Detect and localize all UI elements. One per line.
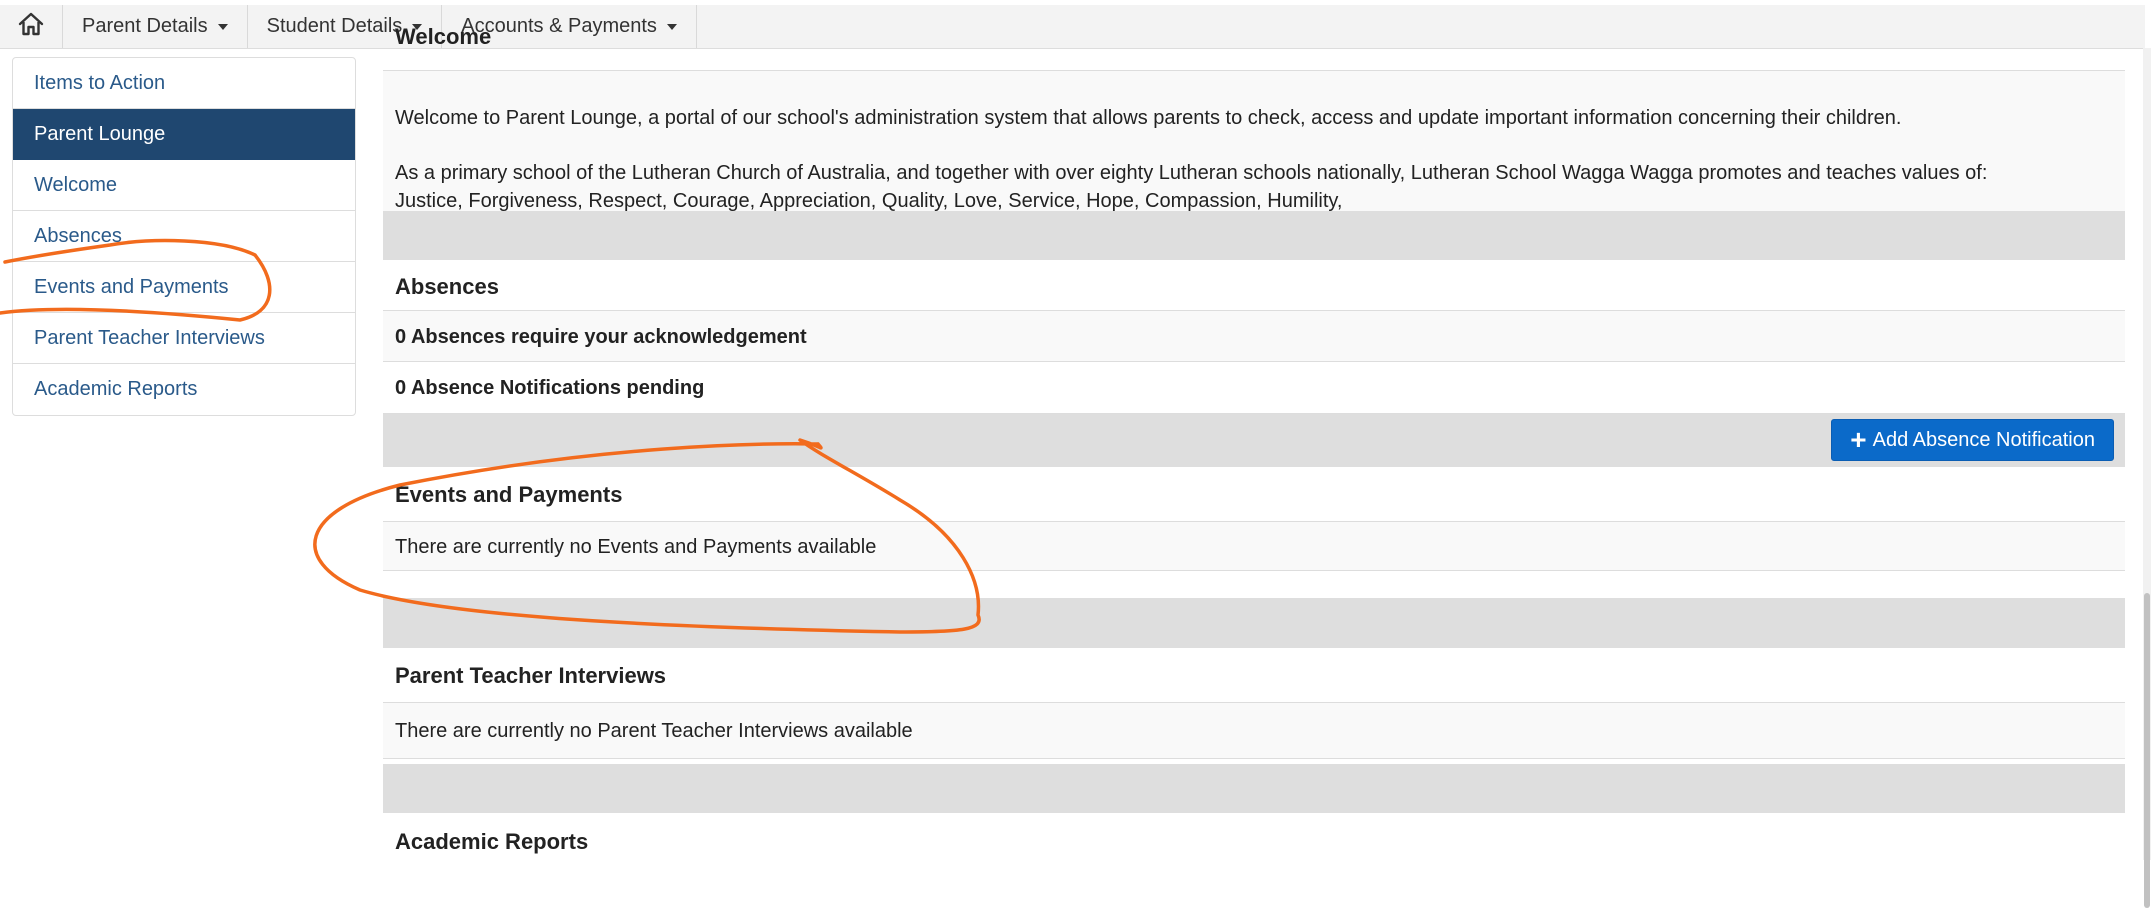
welcome-paragraph-1: Welcome to Parent Lounge, a portal of ou… [395, 107, 1902, 129]
top-navbar: Parent Details Student Details Accounts … [0, 5, 2145, 49]
plus-icon: + [1850, 424, 1867, 455]
home-icon [17, 11, 45, 43]
absences-pending-row: 0 Absence Notifications pending [383, 361, 2125, 414]
section-divider [383, 211, 2125, 260]
scrollbar-thumb[interactable] [2144, 593, 2150, 908]
reports-heading: Academic Reports [383, 813, 2125, 863]
sidebar-item-parent-lounge[interactable]: Parent Lounge [13, 109, 355, 160]
sidebar-item-items-to-action[interactable]: Items to Action [13, 58, 355, 109]
scrollbar[interactable] [2143, 48, 2151, 908]
events-empty-row: There are currently no Events and Paymen… [383, 521, 2125, 571]
home-button[interactable] [0, 5, 63, 48]
absences-heading: Absences [383, 260, 2125, 310]
section-divider [383, 764, 2125, 813]
chevron-down-icon [666, 23, 677, 30]
sidebar-item-welcome[interactable]: Welcome [13, 160, 355, 211]
chevron-down-icon [217, 23, 228, 30]
add-absence-notification-button[interactable]: + Add Absence Notification [1831, 419, 2114, 461]
nav-student-details-label: Student Details [266, 15, 403, 37]
welcome-heading: Welcome [395, 24, 492, 49]
interviews-empty-row: There are currently no Parent Teacher In… [383, 702, 2125, 759]
sidebar: Items to Action Parent Lounge Welcome Ab… [12, 57, 356, 416]
section-divider [383, 598, 2125, 648]
add-absence-notification-label: Add Absence Notification [1872, 428, 2095, 451]
absences-acknowledge-row: 0 Absences require your acknowledgement [383, 310, 2125, 362]
sidebar-item-parent-teacher-interviews[interactable]: Parent Teacher Interviews [13, 313, 355, 364]
nav-parent-details[interactable]: Parent Details [63, 5, 248, 48]
interviews-heading: Parent Teacher Interviews [383, 648, 2125, 702]
sidebar-item-absences[interactable]: Absences [13, 211, 355, 262]
nav-parent-details-label: Parent Details [82, 15, 208, 37]
welcome-paragraph-2-line-1: As a primary school of the Lutheran Chur… [395, 162, 1988, 184]
events-heading: Events and Payments [383, 467, 2125, 521]
sidebar-item-events-and-payments[interactable]: Events and Payments [13, 262, 355, 313]
sidebar-item-academic-reports[interactable]: Academic Reports [13, 364, 355, 415]
absences-action-bar: + Add Absence Notification [383, 414, 2125, 467]
